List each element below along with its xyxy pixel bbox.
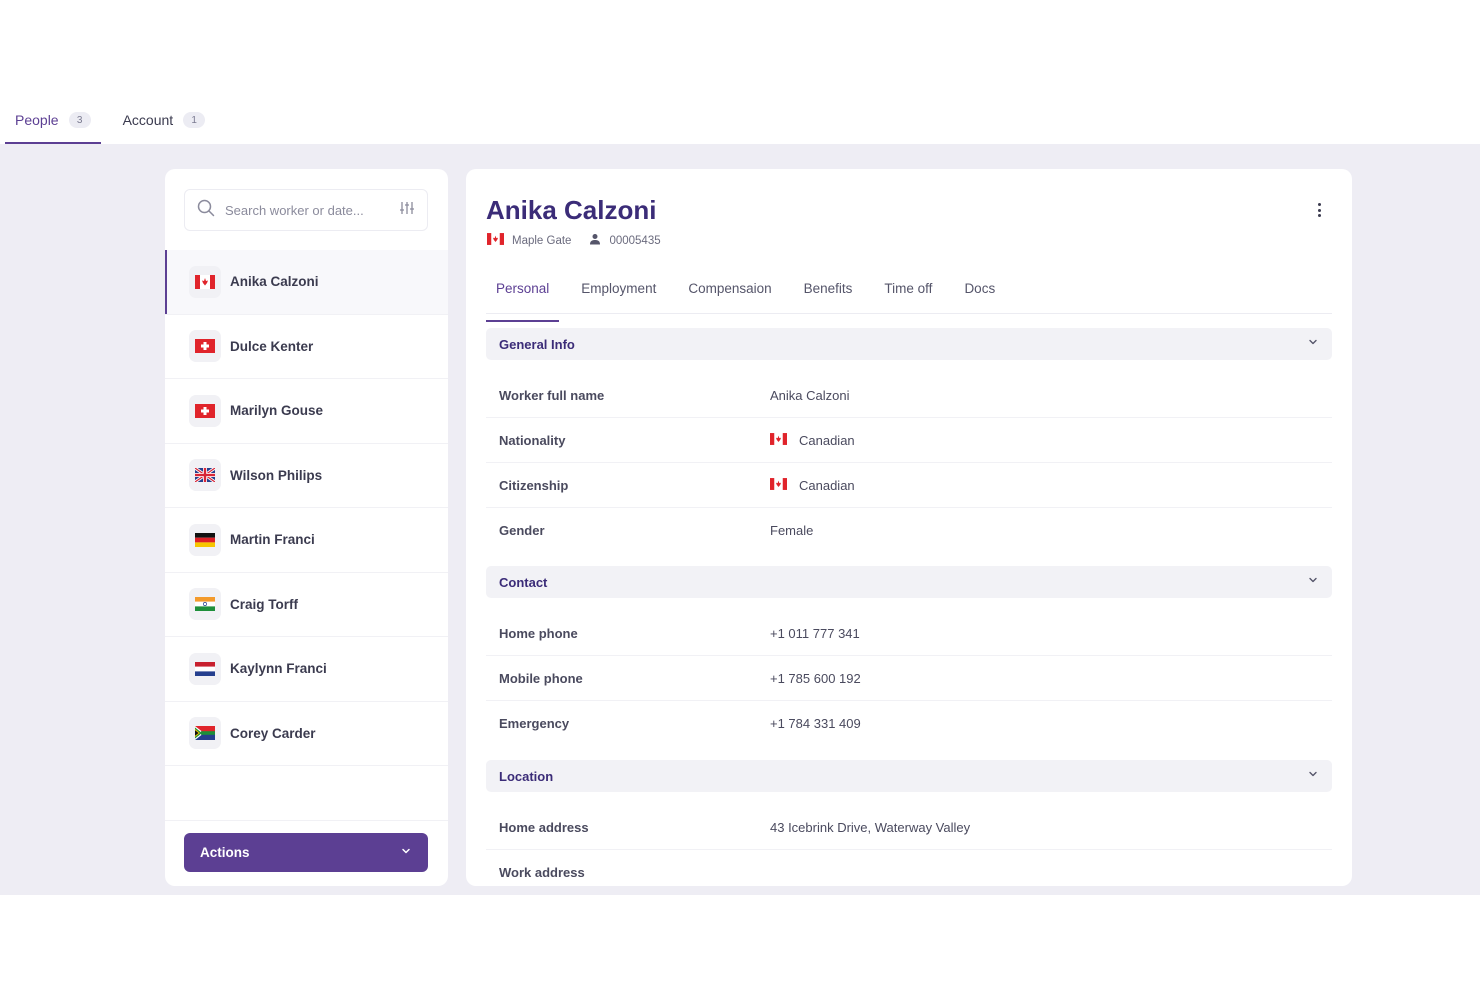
field-home-address: Home address 43 Icebrink Drive, Waterway… [486,805,1332,850]
tab-time-off[interactable]: Time off [874,273,942,313]
profile-meta: Maple Gate 00005435 [487,233,679,248]
field-label: Citizenship [499,477,569,493]
field-label: Mobile phone [499,670,583,686]
tab-employment[interactable]: Employment [571,273,666,313]
profile-location: Maple Gate [487,233,571,248]
worker-name: Wilson Philips [230,467,323,483]
people-count-badge: 3 [68,112,91,128]
field-value: Canadian [770,478,855,493]
field-label: Emergency [499,716,570,731]
worker-name: Anika Calzoni [230,274,319,290]
worker-item-anika-calzoni[interactable]: Anika Calzoni [165,250,448,315]
field-label: Home phone [499,625,578,641]
field-gender: Gender Female [486,508,1332,553]
field-value: +1 784 331 409 [770,716,861,731]
actions-button-label: Actions [200,845,250,860]
account-count-badge: 1 [183,112,206,128]
worker-list-panel: Search worker or date... Anika Calzoni D… [165,169,448,886]
tab-personal[interactable]: Personal [486,273,560,322]
tab-benefits[interactable]: Benefits [794,273,863,313]
tab-account-label: Account [122,112,174,128]
profile-id: 00005435 [589,233,661,248]
field-value: +1 785 600 192 [770,670,861,686]
page-title: Anika Calzoni [486,195,657,225]
chevron-down-icon [1307,767,1319,785]
more-options-icon[interactable] [1311,201,1327,219]
person-icon [589,233,601,248]
tab-docs[interactable]: Docs [954,273,1005,313]
canada-flag-icon [487,233,504,248]
worker-item-martin-franci[interactable]: Martin Franci [165,508,448,573]
worker-id-text: 00005435 [609,234,661,247]
field-label: Nationality [499,432,566,448]
section-location[interactable]: Location [486,760,1332,792]
switzerland-flag-icon [189,394,221,427]
canada-flag-icon [770,477,787,493]
tab-people[interactable]: People 3 [5,96,101,144]
worker-detail-panel: Anika Calzoni Maple Gate 00005435 Person… [466,169,1352,886]
field-home-phone: Home phone +1 011 777 341 [486,611,1332,656]
field-value: Female [770,523,814,538]
chevron-down-icon [1307,335,1319,353]
field-label: Gender [499,523,545,538]
worker-name: Craig Torff [230,596,298,612]
worker-name: Dulce Kenter [230,338,314,354]
workspace: Search worker or date... Anika Calzoni D… [0,144,1480,895]
search-input[interactable]: Search worker or date... [225,203,389,218]
field-value: Anika Calzoni [770,387,850,403]
field-work-address: Work address [486,850,1332,886]
section-title: Contact [499,574,548,590]
field-label: Worker full name [499,387,605,403]
india-flag-icon [189,588,221,621]
top-tab-bar: People 3 Account 1 [0,96,1480,144]
location-text: Maple Gate [512,234,572,247]
worker-name: Marilyn Gouse [230,403,324,419]
tab-account[interactable]: Account 1 [113,96,216,144]
search-box[interactable]: Search worker or date... [184,189,428,231]
divider [165,820,448,821]
tab-people-label: People [15,112,59,128]
section-title: General Info [499,336,575,352]
field-worker-full-name: Worker full name Anika Calzoni [486,373,1332,418]
search-icon [197,199,215,222]
chevron-down-icon [1307,573,1319,591]
worker-item-marilyn-gouse[interactable]: Marilyn Gouse [165,379,448,444]
section-title: Location [499,768,554,784]
field-value: 43 Icebrink Drive, Waterway Valley [770,819,971,835]
worker-name: Corey Carder [230,725,316,741]
netherlands-flag-icon [189,652,221,685]
chevron-down-icon [400,845,412,860]
worker-name: Kaylynn Franci [230,661,327,677]
worker-item-kaylynn-franci[interactable]: Kaylynn Franci [165,637,448,702]
worker-item-craig-torff[interactable]: Craig Torff [165,573,448,637]
worker-item-corey-carder[interactable]: Corey Carder [165,702,448,766]
worker-item-dulce-kenter[interactable]: Dulce Kenter [165,315,448,379]
section-contact[interactable]: Contact [486,566,1332,598]
field-label: Work address [499,865,585,880]
canada-flag-icon [770,432,787,448]
filter-sliders-icon[interactable] [399,200,415,221]
section-general-info[interactable]: General Info [486,328,1332,360]
field-label: Home address [499,819,589,835]
field-value: +1 011 777 341 [770,625,860,641]
worker-list: Anika Calzoni Dulce Kenter Marilyn Gouse… [165,250,448,766]
switzerland-flag-icon [189,330,221,363]
field-emergency: Emergency +1 784 331 409 [486,701,1332,746]
canada-flag-icon [189,265,221,298]
worker-name: Martin Franci [230,532,315,548]
field-value: Canadian [770,433,855,448]
south-africa-flag-icon [189,717,221,750]
actions-button[interactable]: Actions [184,833,428,872]
field-mobile-phone: Mobile phone +1 785 600 192 [486,656,1332,701]
germany-flag-icon [189,523,221,556]
united-kingdom-flag-icon [189,459,221,492]
tab-compensation[interactable]: Compensaion [678,273,781,313]
detail-tab-bar: Personal Employment Compensaion Benefits… [486,273,1332,322]
field-citizenship: Citizenship Canadian [486,463,1332,508]
field-nationality: Nationality Canadian [486,418,1332,463]
worker-item-wilson-philips[interactable]: Wilson Philips [165,444,448,508]
